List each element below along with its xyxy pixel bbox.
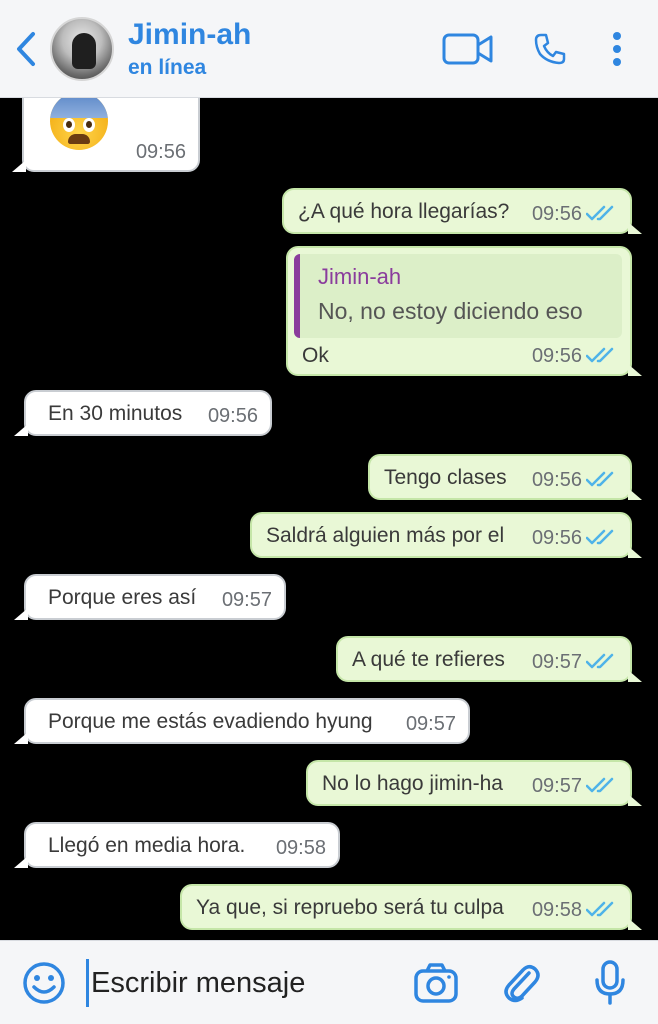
message-time: 09:57: [405, 713, 456, 735]
message-input-bar: Escribir mensaje: [0, 940, 658, 1024]
microphone-icon: [595, 960, 625, 1005]
contact-name: Jimin-ah: [128, 17, 252, 51]
double-check-icon: [586, 777, 614, 793]
avatar[interactable]: [50, 16, 114, 81]
message-bubble-incoming[interactable]: Porque me estás evadiendo hyung 09:57: [14, 698, 470, 744]
chevron-left-icon: [17, 31, 35, 66]
emoji-icon: [23, 962, 65, 1004]
message-bubble-outgoing[interactable]: No lo hago jimin-ha 09:57: [306, 760, 642, 806]
double-check-icon: [586, 205, 614, 221]
message-text: Ya que, si repruebo será tu culpa: [196, 896, 504, 919]
camera-icon: [414, 963, 458, 1003]
back-button[interactable]: [6, 19, 46, 79]
message-time: 09:57: [221, 589, 272, 611]
camera-button[interactable]: [408, 955, 464, 1011]
message-input[interactable]: Escribir mensaje: [86, 959, 386, 1007]
message-bubble-incoming[interactable]: Llegó en media hora. 09:58: [14, 822, 340, 868]
message-text: Ok: [302, 344, 329, 367]
message-bubble-outgoing[interactable]: A qué te refieres 09:57: [336, 636, 642, 682]
message-text: Porque eres así: [48, 586, 197, 609]
attach-icon: [504, 965, 540, 1003]
message-time: 09:57: [531, 651, 582, 673]
message-time: 09:58: [531, 899, 582, 921]
message-text: Saldrá alguien más por el: [266, 524, 505, 547]
more-vert-icon: [613, 32, 621, 66]
quoted-author: Jimin-ah: [318, 264, 402, 289]
message-text: Tengo clases: [384, 466, 507, 489]
attach-button[interactable]: [494, 955, 550, 1011]
message-bubble-incoming[interactable]: Porque eres así 09:57: [14, 574, 286, 620]
message-time: 09:56: [531, 469, 582, 491]
double-check-icon: [586, 529, 614, 545]
message-time: 09:56: [531, 203, 582, 225]
message-text: En 30 minutos: [48, 402, 183, 425]
chat-header: Jimin-ah en línea: [0, 0, 658, 98]
voice-message-button[interactable]: [582, 955, 638, 1011]
message-list[interactable]: 09:56 ¿A qué hora llegarías? 09:56 Jimin…: [0, 98, 658, 940]
message-bubble-outgoing[interactable]: Tengo clases 09:56: [368, 454, 642, 500]
video-call-button[interactable]: [438, 19, 498, 79]
message-time: 09:56: [135, 141, 186, 163]
message-bubble-outgoing[interactable]: Ya que, si repruebo será tu culpa 09:58: [180, 884, 642, 930]
message-time: 09:58: [275, 837, 326, 859]
message-bubble-incoming[interactable]: 09:56: [12, 98, 200, 172]
anxious-face-emoji: [50, 98, 108, 150]
double-check-icon: [586, 347, 614, 363]
more-options-button[interactable]: [602, 19, 632, 79]
quoted-message[interactable]: Jimin-ah No, no estoy diciendo eso: [294, 254, 622, 338]
voice-call-button[interactable]: [528, 19, 572, 79]
contact-info[interactable]: Jimin-ah en línea: [128, 18, 251, 80]
message-bubble-outgoing[interactable]: ¿A qué hora llegarías? 09:56: [282, 188, 642, 234]
message-text: A qué te refieres: [352, 648, 505, 671]
double-check-icon: [586, 901, 614, 917]
emoji-button[interactable]: [16, 955, 72, 1011]
message-bubble-outgoing-reply[interactable]: Jimin-ah No, no estoy diciendo eso Ok 09…: [286, 246, 642, 376]
double-check-icon: [586, 653, 614, 669]
message-text: No lo hago jimin-ha: [322, 772, 503, 795]
message-text: Porque me estás evadiendo hyung: [48, 710, 373, 733]
message-time: 09:56: [531, 527, 582, 549]
contact-status: en línea: [128, 55, 207, 79]
video-camera-icon: [442, 33, 493, 65]
message-bubble-incoming[interactable]: En 30 minutos 09:56: [14, 390, 272, 436]
message-text: Llegó en media hora.: [48, 834, 246, 857]
message-time: 09:56: [207, 405, 258, 427]
message-time: 09:57: [531, 775, 582, 797]
double-check-icon: [586, 471, 614, 487]
message-bubble-outgoing[interactable]: Saldrá alguien más por el 09:56: [250, 512, 642, 558]
phone-icon: [534, 33, 566, 65]
message-time: 09:56: [531, 345, 582, 367]
quoted-text: No, no estoy diciendo eso: [318, 298, 583, 324]
message-text: ¿A qué hora llegarías?: [298, 200, 510, 223]
